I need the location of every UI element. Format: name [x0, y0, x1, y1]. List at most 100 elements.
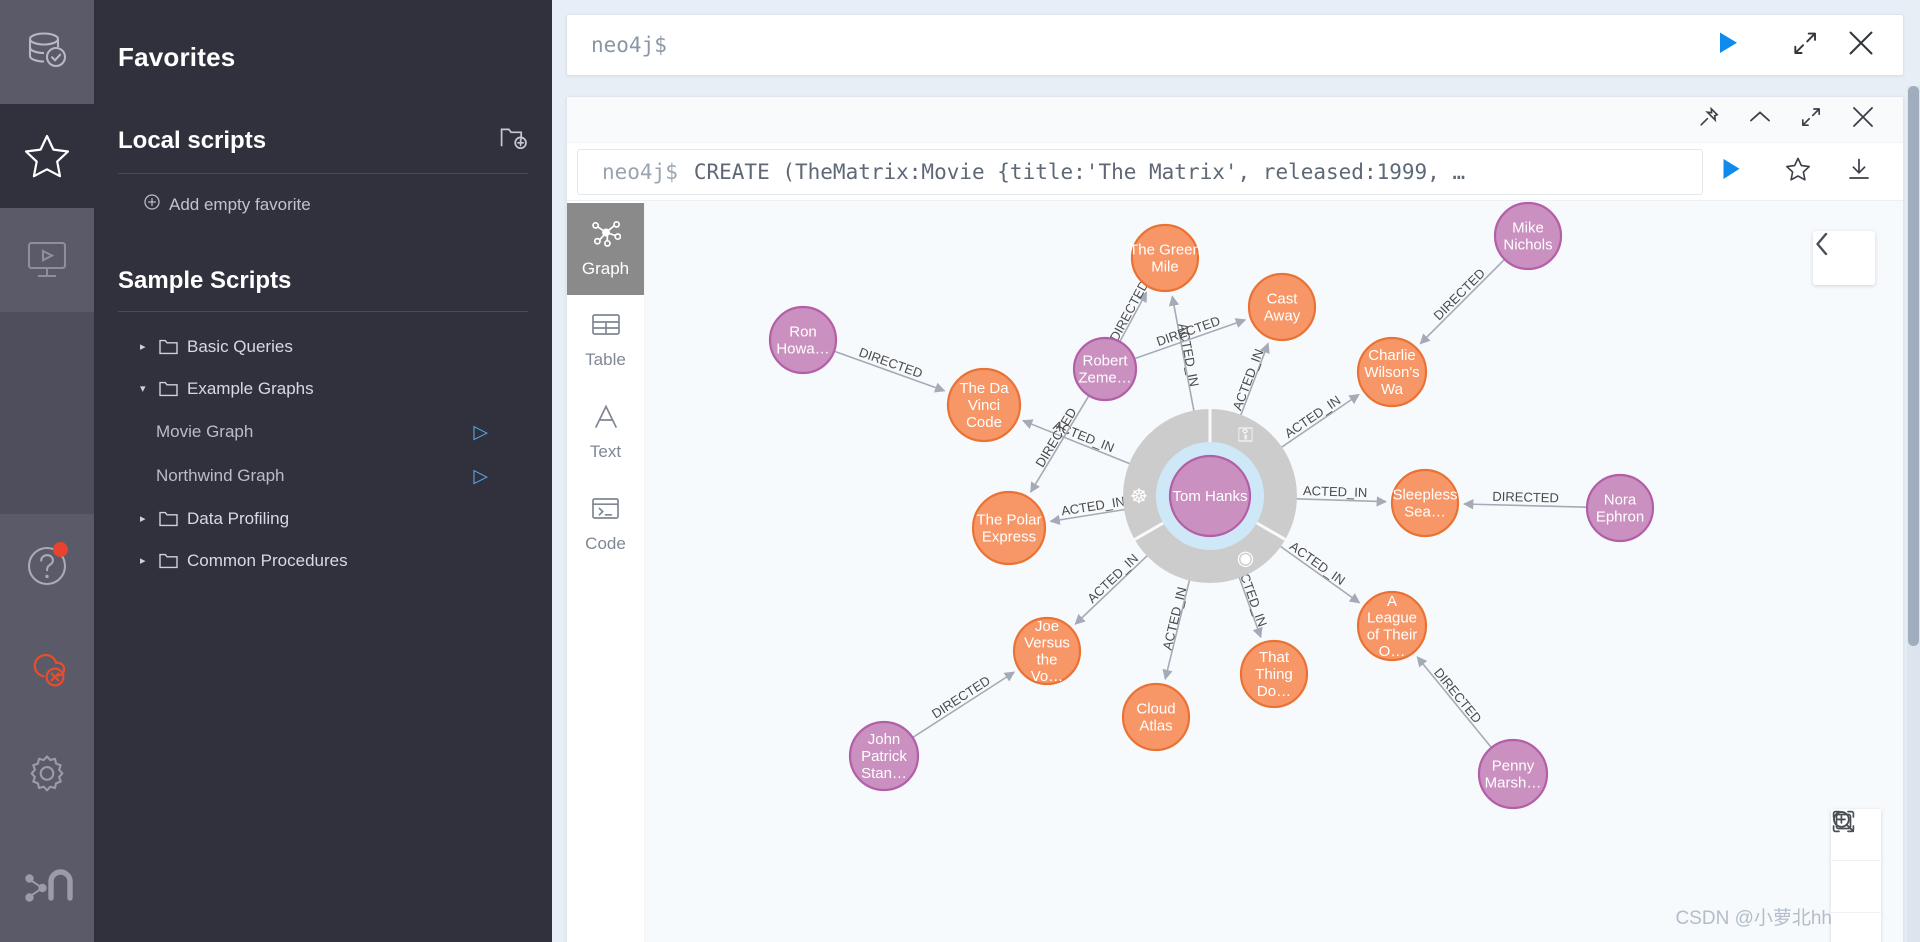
- save-as-favorite-button[interactable]: [1785, 156, 1811, 187]
- chevron-right-icon: ▸: [140, 554, 146, 567]
- tab-graph[interactable]: Graph: [567, 203, 644, 295]
- run-script-icon[interactable]: ▷: [473, 467, 488, 486]
- dismiss-eye-icon[interactable]: ◉: [1237, 547, 1254, 569]
- graph-relationship[interactable]: ACTED_IN: [1283, 483, 1388, 507]
- graph-relationship[interactable]: ACTED_IN: [1168, 295, 1202, 424]
- graph-node[interactable]: The DaVinciCode: [946, 367, 1022, 443]
- close-frame-button[interactable]: [1851, 105, 1875, 134]
- sidebar-item-northwind-graph[interactable]: Northwind Graph ▷: [118, 454, 528, 498]
- graph-node[interactable]: JohnPatrickStan…: [848, 720, 920, 792]
- cypher-editor-input[interactable]: neo4j$: [567, 33, 1697, 57]
- svg-text:ACTED_IN: ACTED_IN: [1282, 392, 1344, 441]
- chevron-up-icon: [1749, 109, 1771, 130]
- sidebar-item-settings[interactable]: [0, 722, 94, 826]
- graph-relationship[interactable]: ACTED_IN: [1160, 567, 1194, 681]
- svg-text:DIRECTED: DIRECTED: [1107, 278, 1152, 344]
- download-button[interactable]: [1847, 157, 1871, 186]
- graph-relationship[interactable]: DIRECTED: [833, 344, 946, 393]
- sidebar-item-about-neo4j[interactable]: [0, 826, 94, 942]
- sidebar-item-movie-graph[interactable]: Movie Graph ▷: [118, 410, 528, 454]
- new-folder-icon[interactable]: [500, 125, 528, 157]
- graph-canvas[interactable]: ACTED_IN DIRECTED ACTED_IN DIRECTED DIRECTED…: [645, 201, 1903, 942]
- add-empty-favorite-label: Add empty favorite: [169, 194, 311, 214]
- graph-relationship[interactable]: DIRECTED: [1107, 278, 1152, 344]
- run-query-button[interactable]: [1697, 30, 1759, 61]
- zoom-out-button[interactable]: [1831, 811, 1881, 913]
- graph-node[interactable]: ThatThingDo…: [1239, 639, 1309, 709]
- neo4j-logo-icon: [21, 860, 73, 908]
- graph-node[interactable]: MikeNichols: [1493, 201, 1563, 271]
- svg-text:ACTED_IN: ACTED_IN: [1230, 347, 1267, 412]
- run-script-icon[interactable]: ▷: [473, 423, 488, 442]
- graph-sidebar-collapse-button[interactable]: [1813, 231, 1875, 285]
- tab-table[interactable]: Table: [567, 295, 644, 387]
- frame-run-button[interactable]: [1703, 157, 1759, 186]
- folder-icon: [159, 381, 178, 397]
- tab-text[interactable]: Text: [567, 387, 644, 479]
- close-editor-button[interactable]: [1847, 29, 1875, 62]
- graph-node[interactable]: JoeVersustheVo…: [1012, 616, 1082, 685]
- sidebar-item-database-info[interactable]: [0, 0, 94, 104]
- graph-node[interactable]: SleeplessSea…: [1390, 468, 1460, 538]
- sidebar-item-help[interactable]: [0, 514, 94, 618]
- result-frame: neo4j$ CREATE (TheMatrix:Movie {title:'T…: [566, 96, 1904, 942]
- graph-relationship[interactable]: ACTED_IN: [1270, 392, 1360, 455]
- graph-node[interactable]: CloudAtlas: [1121, 682, 1191, 752]
- sidebar-item-connection-status[interactable]: [0, 618, 94, 722]
- favorites-drawer: Favorites Local scripts Add empty favori…: [94, 0, 552, 942]
- graph-node[interactable]: CastAway: [1247, 272, 1317, 342]
- pin-frame-button[interactable]: [1699, 106, 1719, 132]
- chevron-right-icon: ▸: [140, 340, 146, 353]
- graph-node[interactable]: CharlieWilson'sWa: [1356, 336, 1428, 408]
- graph-visualization[interactable]: ACTED_IN DIRECTED ACTED_IN DIRECTED DIRECTED…: [645, 201, 1825, 942]
- svg-text:ACTED_IN: ACTED_IN: [1160, 585, 1190, 651]
- terminal-icon: [591, 496, 620, 527]
- frame-cypher-text: CREATE (TheMatrix:Movie {title:'The Matr…: [693, 159, 1466, 184]
- main-scrollbar-thumb[interactable]: [1908, 86, 1919, 646]
- frame-cypher-prompt: neo4j$: [602, 159, 678, 184]
- main-scrollbar[interactable]: [1907, 86, 1920, 942]
- close-icon: [1847, 29, 1875, 62]
- graph-node[interactable]: Tom Hanks: [1168, 454, 1252, 538]
- sidebar-item-project-files[interactable]: [0, 208, 94, 312]
- unlock-icon[interactable]: ⚿: [1238, 425, 1253, 447]
- expand-graph-icon[interactable]: ☸: [1130, 486, 1148, 508]
- graph-relationship[interactable]: ACTED_IN: [1269, 538, 1361, 604]
- sidebar-item-example-graphs[interactable]: ▾ Example Graphs: [118, 368, 528, 410]
- graph-relationship[interactable]: ACTED_IN: [1074, 546, 1157, 625]
- graph-relationship[interactable]: DIRECTED: [1416, 656, 1493, 749]
- folder-icon: [159, 511, 178, 527]
- sidebar-item-label: Movie Graph: [156, 422, 254, 441]
- collapse-frame-button[interactable]: [1749, 109, 1771, 130]
- frame-cypher-input[interactable]: neo4j$ CREATE (TheMatrix:Movie {title:'T…: [577, 148, 1703, 195]
- zoom-to-fit-button[interactable]: [1831, 810, 1881, 942]
- play-monitor-icon: [24, 239, 70, 281]
- graph-relationship[interactable]: DIRECTED: [1462, 489, 1588, 510]
- fullscreen-frame-button[interactable]: [1801, 107, 1821, 132]
- graph-node[interactable]: RonHowa…: [768, 305, 838, 375]
- table-grid-icon: [591, 312, 621, 343]
- svg-text:DIRECTED: DIRECTED: [1431, 665, 1485, 726]
- svg-text:ACTED_IN: ACTED_IN: [1084, 551, 1141, 606]
- graph-node[interactable]: RobertZeme…: [1072, 336, 1138, 402]
- graph-node[interactable]: The PolarExpress: [971, 490, 1047, 566]
- tab-code[interactable]: Code: [567, 479, 644, 571]
- tab-label: Text: [589, 442, 622, 461]
- expand-editor-button[interactable]: [1793, 31, 1817, 60]
- graph-node[interactable]: NoraEphron: [1585, 473, 1655, 543]
- sidebar-item-favorites[interactable]: [0, 104, 94, 208]
- database-check-icon: [24, 30, 70, 74]
- graph-relationship[interactable]: DIRECTED: [1419, 258, 1506, 345]
- svg-text:DIRECTED: DIRECTED: [1492, 489, 1559, 506]
- add-empty-favorite-button[interactable]: Add empty favorite: [118, 174, 528, 215]
- chevron-right-icon: ▸: [140, 512, 146, 525]
- editor-action-buttons: [1759, 29, 1903, 62]
- graph-node[interactable]: ALeagueof TheirO…: [1356, 590, 1428, 662]
- sidebar-item-common-procedures[interactable]: ▸ Common Procedures: [118, 540, 528, 582]
- sidebar-item-basic-queries[interactable]: ▸ Basic Queries: [118, 326, 528, 368]
- graph-node[interactable]: PennyMarsh…: [1477, 738, 1549, 810]
- graph-relationship[interactable]: DIRECTED: [912, 671, 1016, 739]
- sidebar-item-data-profiling[interactable]: ▸ Data Profiling: [118, 498, 528, 540]
- sidebar-item-label: Common Procedures: [187, 551, 348, 570]
- help-notification-badge: [53, 542, 68, 557]
